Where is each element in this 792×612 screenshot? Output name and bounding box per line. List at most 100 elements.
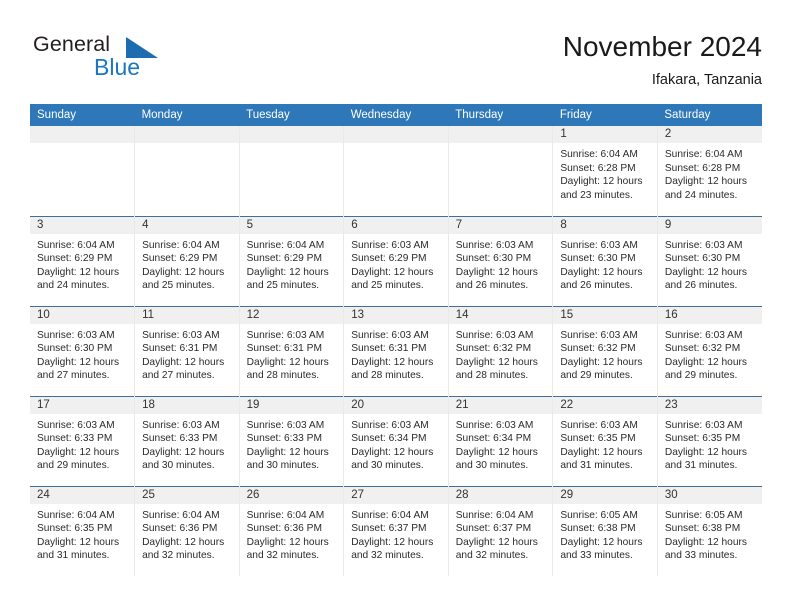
sunrise-text: Sunrise: 6:04 AM — [142, 239, 220, 251]
sunset-text: Sunset: 6:33 PM — [246, 433, 322, 445]
day-cell[interactable]: 18 Sunrise: 6:03 AM Sunset: 6:33 PM Dayl… — [134, 395, 240, 486]
daylight-text-line2: and 32 minutes. — [142, 550, 215, 562]
sunrise-text: Sunrise: 6:04 AM — [37, 509, 115, 521]
daylight-text-line2: and 30 minutes. — [246, 460, 320, 472]
sunrise-text: Sunrise: 6:05 AM — [560, 509, 638, 521]
day-cell — [239, 126, 345, 216]
day-details: Sunrise: 6:03 AM Sunset: 6:35 PM Dayligh… — [658, 414, 762, 473]
day-cell[interactable]: 27 Sunrise: 6:04 AM Sunset: 6:37 PM Dayl… — [343, 485, 449, 576]
sunrise-text: Sunrise: 6:04 AM — [246, 239, 325, 251]
sunset-text: Sunset: 6:29 PM — [37, 253, 113, 265]
day-details: Sunrise: 6:03 AM Sunset: 6:33 PM Dayligh… — [240, 414, 343, 473]
day-cell[interactable]: 23 Sunrise: 6:03 AM Sunset: 6:35 PM Dayl… — [657, 395, 762, 486]
day-cell[interactable]: 1 Sunrise: 6:04 AM Sunset: 6:28 PM Dayli… — [552, 126, 658, 216]
day-cell[interactable]: 19 Sunrise: 6:03 AM Sunset: 6:33 PM Dayl… — [239, 395, 345, 486]
day-cell[interactable]: 14 Sunrise: 6:03 AM Sunset: 6:32 PM Dayl… — [448, 305, 554, 396]
weekday-header-friday: Friday — [552, 104, 658, 126]
day-details: Sunrise: 6:03 AM Sunset: 6:30 PM Dayligh… — [553, 234, 656, 293]
general-blue-logo[interactable]: General Blue — [30, 32, 210, 84]
daylight-text-line1: Daylight: 12 hours — [560, 266, 643, 278]
weekday-header-tuesday: Tuesday — [239, 104, 344, 126]
day-cell[interactable]: 30 Sunrise: 6:05 AM Sunset: 6:38 PM Dayl… — [657, 485, 762, 576]
day-number — [344, 126, 448, 143]
daylight-text-line1: Daylight: 12 hours — [455, 446, 538, 458]
sunrise-text: Sunrise: 6:03 AM — [351, 239, 429, 251]
day-cell — [343, 126, 449, 216]
day-cell[interactable]: 6 Sunrise: 6:03 AM Sunset: 6:29 PM Dayli… — [343, 215, 449, 306]
day-cell[interactable]: 26 Sunrise: 6:04 AM Sunset: 6:36 PM Dayl… — [239, 485, 345, 576]
logo-text-blue: Blue — [94, 54, 141, 80]
daylight-text-line2: and 30 minutes. — [455, 460, 529, 472]
day-number: 6 — [344, 217, 448, 234]
day-number: 18 — [135, 397, 239, 414]
day-cell[interactable]: 10 Sunrise: 6:03 AM Sunset: 6:30 PM Dayl… — [30, 305, 136, 396]
day-cell — [448, 126, 554, 216]
day-cell[interactable]: 22 Sunrise: 6:03 AM Sunset: 6:35 PM Dayl… — [552, 395, 658, 486]
day-cell[interactable]: 5 Sunrise: 6:04 AM Sunset: 6:29 PM Dayli… — [239, 215, 345, 306]
sunset-text: Sunset: 6:35 PM — [560, 433, 636, 445]
day-details: Sunrise: 6:04 AM Sunset: 6:37 PM Dayligh… — [344, 504, 447, 563]
daylight-text-line2: and 27 minutes. — [142, 370, 215, 382]
day-details: Sunrise: 6:04 AM Sunset: 6:35 PM Dayligh… — [30, 504, 134, 563]
day-cell[interactable]: 4 Sunrise: 6:04 AM Sunset: 6:29 PM Dayli… — [134, 215, 240, 306]
sunset-text: Sunset: 6:33 PM — [37, 433, 113, 445]
daylight-text-line1: Daylight: 12 hours — [664, 536, 747, 548]
sunset-text: Sunset: 6:36 PM — [246, 523, 322, 535]
sunset-text: Sunset: 6:34 PM — [455, 433, 532, 445]
day-number: 25 — [135, 487, 239, 504]
day-cell — [134, 126, 240, 216]
day-cell[interactable]: 24 Sunrise: 6:04 AM Sunset: 6:35 PM Dayl… — [30, 485, 136, 576]
daylight-text-line2: and 24 minutes. — [664, 189, 738, 201]
day-cell[interactable]: 17 Sunrise: 6:03 AM Sunset: 6:33 PM Dayl… — [30, 395, 136, 486]
daylight-text-line2: and 30 minutes. — [142, 460, 215, 472]
day-cell[interactable]: 29 Sunrise: 6:05 AM Sunset: 6:38 PM Dayl… — [552, 485, 658, 576]
day-cell[interactable]: 15 Sunrise: 6:03 AM Sunset: 6:32 PM Dayl… — [552, 305, 658, 396]
day-cell[interactable]: 3 Sunrise: 6:04 AM Sunset: 6:29 PM Dayli… — [30, 215, 136, 306]
day-cell[interactable]: 13 Sunrise: 6:03 AM Sunset: 6:31 PM Dayl… — [343, 305, 449, 396]
sunrise-text: Sunrise: 6:05 AM — [664, 509, 743, 521]
day-cell[interactable]: 20 Sunrise: 6:03 AM Sunset: 6:34 PM Dayl… — [343, 395, 449, 486]
sunrise-text: Sunrise: 6:03 AM — [560, 419, 638, 431]
daylight-text-line2: and 25 minutes. — [246, 280, 320, 292]
day-number — [448, 126, 552, 143]
location-subtitle: Ifakara, Tanzania — [651, 72, 762, 88]
sunset-text: Sunset: 6:29 PM — [142, 253, 218, 265]
weekday-header-saturday: Saturday — [657, 104, 762, 126]
day-number: 5 — [239, 217, 343, 234]
day-cell[interactable]: 9 Sunrise: 6:03 AM Sunset: 6:30 PM Dayli… — [657, 215, 762, 306]
day-cell[interactable]: 16 Sunrise: 6:03 AM Sunset: 6:32 PM Dayl… — [657, 305, 762, 396]
daylight-text-line2: and 26 minutes. — [560, 280, 633, 292]
day-cell[interactable]: 28 Sunrise: 6:04 AM Sunset: 6:37 PM Dayl… — [448, 485, 554, 576]
day-details: Sunrise: 6:05 AM Sunset: 6:38 PM Dayligh… — [553, 504, 656, 563]
sunrise-text: Sunrise: 6:03 AM — [246, 419, 325, 431]
day-cell[interactable]: 25 Sunrise: 6:04 AM Sunset: 6:36 PM Dayl… — [134, 485, 240, 576]
daylight-text-line1: Daylight: 12 hours — [351, 446, 434, 458]
day-cell[interactable]: 7 Sunrise: 6:03 AM Sunset: 6:30 PM Dayli… — [448, 215, 554, 306]
day-number: 1 — [553, 126, 657, 143]
daylight-text-line1: Daylight: 12 hours — [351, 266, 434, 278]
day-details: Sunrise: 6:03 AM Sunset: 6:31 PM Dayligh… — [344, 324, 447, 383]
day-details: Sunrise: 6:03 AM Sunset: 6:30 PM Dayligh… — [449, 234, 552, 293]
daylight-text-line2: and 25 minutes. — [142, 280, 215, 292]
day-details: Sunrise: 6:03 AM Sunset: 6:32 PM Dayligh… — [553, 324, 656, 383]
daylight-text-line2: and 31 minutes. — [37, 550, 110, 562]
sunset-text: Sunset: 6:34 PM — [351, 433, 427, 445]
day-details: Sunrise: 6:03 AM Sunset: 6:34 PM Dayligh… — [344, 414, 447, 473]
sunrise-text: Sunrise: 6:03 AM — [455, 329, 534, 341]
day-cell[interactable]: 11 Sunrise: 6:03 AM Sunset: 6:31 PM Dayl… — [134, 305, 240, 396]
day-cell[interactable]: 21 Sunrise: 6:03 AM Sunset: 6:34 PM Dayl… — [448, 395, 554, 486]
day-cell[interactable]: 8 Sunrise: 6:03 AM Sunset: 6:30 PM Dayli… — [552, 215, 658, 306]
daylight-text-line1: Daylight: 12 hours — [560, 356, 643, 368]
sunrise-text: Sunrise: 6:03 AM — [351, 329, 429, 341]
day-cell[interactable]: 2 Sunrise: 6:04 AM Sunset: 6:28 PM Dayli… — [657, 126, 762, 216]
daylight-text-line1: Daylight: 12 hours — [351, 536, 434, 548]
day-details: Sunrise: 6:03 AM Sunset: 6:30 PM Dayligh… — [658, 234, 762, 293]
sunrise-text: Sunrise: 6:03 AM — [664, 239, 743, 251]
sunset-text: Sunset: 6:35 PM — [664, 433, 741, 445]
day-number: 7 — [448, 217, 552, 234]
daylight-text-line2: and 29 minutes. — [664, 370, 738, 382]
daylight-text-line2: and 28 minutes. — [246, 370, 320, 382]
daylight-text-line1: Daylight: 12 hours — [246, 536, 329, 548]
day-cell[interactable]: 12 Sunrise: 6:03 AM Sunset: 6:31 PM Dayl… — [239, 305, 345, 396]
sunrise-text: Sunrise: 6:03 AM — [142, 329, 220, 341]
